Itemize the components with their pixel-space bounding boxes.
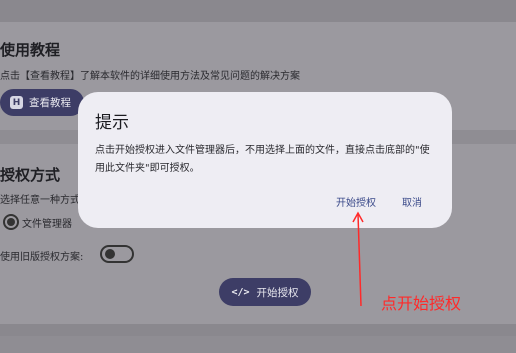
annotation-arrow-icon	[352, 211, 364, 307]
toggle-knob	[105, 249, 115, 259]
dialog-message: 点击开始授权进入文件管理器后，不用选择上面的文件，直接点击底部的"使用此文件夹"…	[95, 145, 430, 174]
bottom-divider	[0, 324, 516, 336]
authorization-hint: 选择任意一种方式	[0, 195, 80, 206]
dialog-confirm-button[interactable]: 开始授权	[336, 194, 376, 209]
dialog-cancel-button[interactable]: 取消	[402, 194, 422, 209]
tutorial-title: 使用教程	[0, 41, 61, 59]
annotation-text: 点开始授权	[381, 294, 462, 313]
authorization-title: 授权方式	[0, 166, 61, 184]
legacy-auth-label: 使用旧版授权方案:	[0, 252, 84, 263]
start-authorization-label: 开始授权	[256, 286, 299, 299]
tutorial-description: 点击【查看教程】了解本软件的详细使用方法及常见问题的解决方案	[0, 71, 300, 82]
file-manager-label: 文件管理器	[22, 219, 72, 230]
start-authorization-button[interactable]: </> 开始授权	[219, 278, 311, 306]
file-manager-radio[interactable]	[3, 214, 19, 230]
code-icon: </>	[231, 286, 250, 298]
h-icon: H	[10, 96, 23, 109]
view-tutorial-label: 查看教程	[29, 97, 71, 109]
top-divider	[0, 0, 516, 22]
legacy-auth-toggle[interactable]	[100, 245, 134, 263]
prompt-dialog: 提示 点击开始授权进入文件管理器后，不用选择上面的文件，直接点击底部的"使用此文…	[78, 92, 452, 228]
dialog-title: 提示	[95, 113, 129, 133]
view-tutorial-button[interactable]: H 查看教程	[0, 89, 84, 116]
